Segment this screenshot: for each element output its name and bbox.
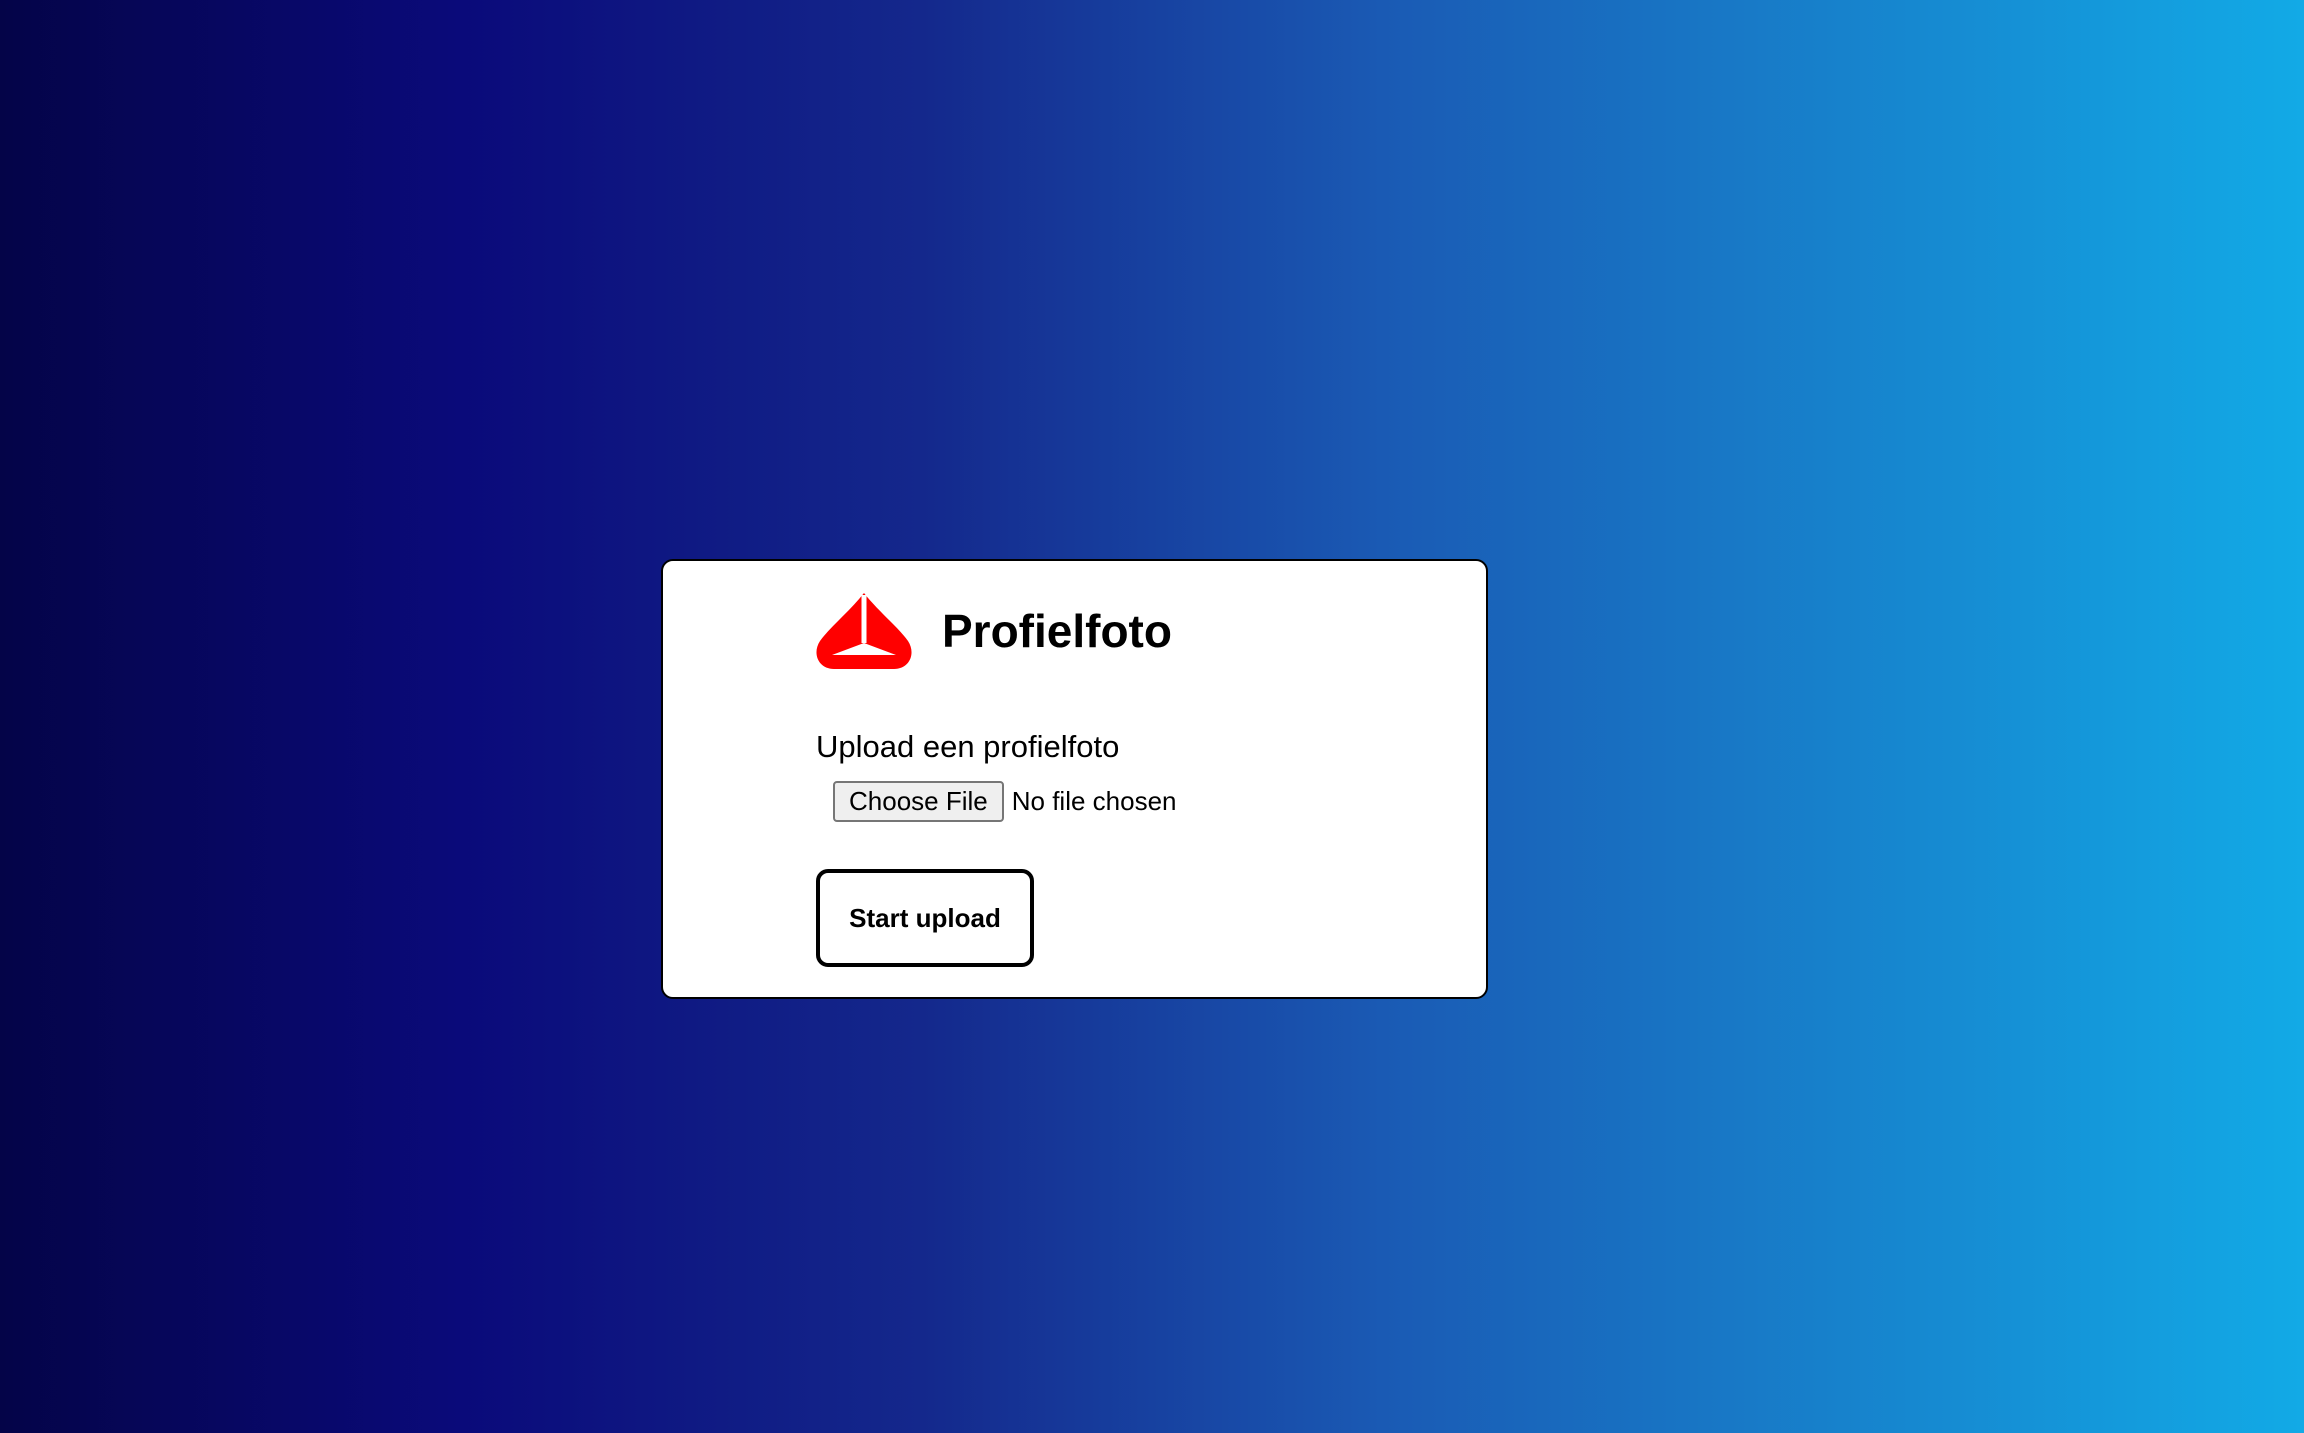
- file-status-text: No file chosen: [1011, 786, 1177, 816]
- upload-card: Profielfoto Upload een profielfoto Choos…: [661, 559, 1488, 999]
- card-header: Profielfoto: [816, 591, 1172, 671]
- upload-label: Upload een profielfoto: [816, 729, 1120, 764]
- start-upload-button[interactable]: Start upload: [816, 869, 1034, 967]
- page-title: Profielfoto: [942, 605, 1172, 657]
- red-triangle-logo-icon: [816, 593, 912, 669]
- file-input[interactable]: Choose File No file chosen: [833, 781, 1177, 822]
- choose-file-button[interactable]: Choose File: [833, 781, 1004, 822]
